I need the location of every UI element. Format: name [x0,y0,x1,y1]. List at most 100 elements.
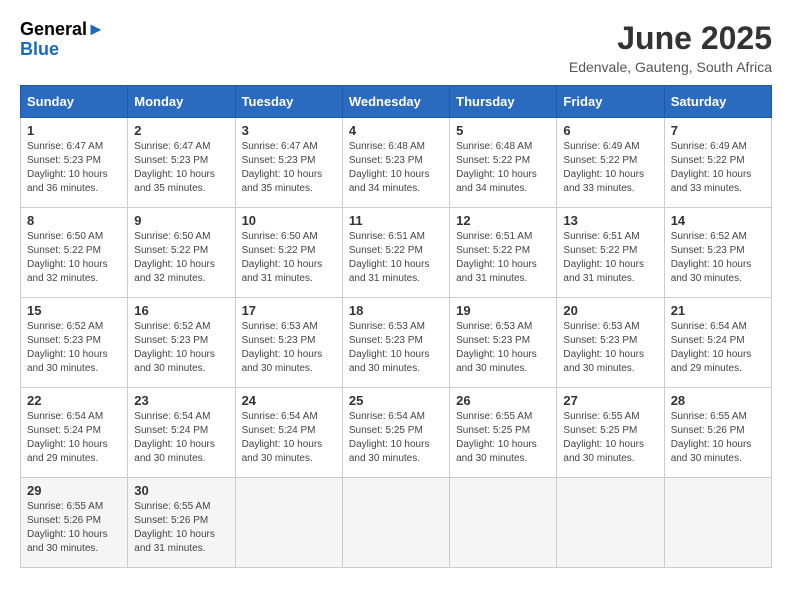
calendar-cell: 28 Sunrise: 6:55 AMSunset: 5:26 PMDayligh… [664,388,771,478]
day-number: 29 [27,483,121,498]
day-info: Sunrise: 6:51 AMSunset: 5:22 PMDaylight:… [349,230,443,286]
day-number: 12 [456,213,550,228]
calendar-cell: 15Sunrise: 6:52 AMSunset: 5:23 PMDayligh… [21,298,128,388]
calendar-cell: 11 Sunrise: 6:51 AMSunset: 5:22 PMDayligh… [342,208,449,298]
weekday-header: Wednesday [342,86,449,118]
day-number: 25 [349,393,443,408]
day-info: Sunrise: 6:53 AMSunset: 5:23 PMDaylight:… [456,320,550,376]
day-number: 7 [671,123,765,138]
day-number: 14 [671,213,765,228]
weekday-header: Sunday [21,86,128,118]
day-info: Sunrise: 6:51 AMSunset: 5:22 PMDaylight:… [563,230,657,286]
day-number: 17 [242,303,336,318]
day-number: 3 [242,123,336,138]
day-number: 8 [27,213,121,228]
day-info: Sunrise: 6:47 AMSunset: 5:23 PMDaylight:… [27,140,121,196]
calendar-cell: 21Sunrise: 6:54 AMSunset: 5:24 PMDayligh… [664,298,771,388]
calendar-cell: 20 Sunrise: 6:53 AMSunset: 5:23 PMDayligh… [557,298,664,388]
logo-general: General► [20,20,105,40]
day-info: Sunrise: 6:52 AMSunset: 5:23 PMDaylight:… [134,320,228,376]
calendar-cell: 23 Sunrise: 6:54 AMSunset: 5:24 PMDayligh… [128,388,235,478]
calendar-cell [450,478,557,568]
weekday-header: Monday [128,86,235,118]
day-info: Sunrise: 6:53 AMSunset: 5:23 PMDaylight:… [349,320,443,376]
day-number: 2 [134,123,228,138]
location: Edenvale, Gauteng, South Africa [569,59,772,75]
calendar-cell: 14Sunrise: 6:52 AMSunset: 5:23 PMDayligh… [664,208,771,298]
calendar-cell: 27 Sunrise: 6:55 AMSunset: 5:25 PMDayligh… [557,388,664,478]
calendar-cell: 9Sunrise: 6:50 AMSunset: 5:22 PMDaylight… [128,208,235,298]
calendar-week-row: 29 Sunrise: 6:55 AMSunset: 5:26 PMDayligh… [21,478,772,568]
calendar-cell: 2Sunrise: 6:47 AMSunset: 5:23 PMDaylight… [128,118,235,208]
day-info: Sunrise: 6:55 AMSunset: 5:25 PMDaylight:… [563,410,657,466]
calendar-header-row: SundayMondayTuesdayWednesdayThursdayFrid… [21,86,772,118]
day-info: Sunrise: 6:48 AMSunset: 5:23 PMDaylight:… [349,140,443,196]
day-info: Sunrise: 6:54 AMSunset: 5:24 PMDaylight:… [242,410,336,466]
calendar-cell: 19Sunrise: 6:53 AMSunset: 5:23 PMDayligh… [450,298,557,388]
calendar-cell: 18 Sunrise: 6:53 AMSunset: 5:23 PMDayligh… [342,298,449,388]
day-info: Sunrise: 6:55 AMSunset: 5:25 PMDaylight:… [456,410,550,466]
day-number: 28 [671,393,765,408]
calendar-table: SundayMondayTuesdayWednesdayThursdayFrid… [20,85,772,568]
day-info: Sunrise: 6:55 AMSunset: 5:26 PMDaylight:… [27,500,121,556]
day-info: Sunrise: 6:53 AMSunset: 5:23 PMDaylight:… [242,320,336,376]
weekday-header: Tuesday [235,86,342,118]
day-number: 16 [134,303,228,318]
day-info: Sunrise: 6:54 AMSunset: 5:25 PMDaylight:… [349,410,443,466]
calendar-cell: 22 Sunrise: 6:54 AMSunset: 5:24 PMDayligh… [21,388,128,478]
logo-text: General► Blue [20,20,105,60]
day-number: 18 [349,303,443,318]
day-info: Sunrise: 6:47 AMSunset: 5:23 PMDaylight:… [242,140,336,196]
day-info: Sunrise: 6:52 AMSunset: 5:23 PMDaylight:… [27,320,121,376]
day-number: 9 [134,213,228,228]
logo-blue: Blue [20,40,105,60]
day-info: Sunrise: 6:50 AMSunset: 5:22 PMDaylight:… [27,230,121,286]
day-info: Sunrise: 6:53 AMSunset: 5:23 PMDaylight:… [563,320,657,376]
calendar-cell: 1 Sunrise: 6:47 AMSunset: 5:23 PMDaylight… [21,118,128,208]
day-number: 1 [27,123,121,138]
page-header: General► Blue June 2025 Edenvale, Gauten… [20,20,772,75]
calendar-cell: 8 Sunrise: 6:50 AMSunset: 5:22 PMDaylight… [21,208,128,298]
calendar-cell: 26 Sunrise: 6:55 AMSunset: 5:25 PMDayligh… [450,388,557,478]
day-number: 10 [242,213,336,228]
calendar-cell: 5 Sunrise: 6:48 AMSunset: 5:22 PMDaylight… [450,118,557,208]
day-number: 20 [563,303,657,318]
day-number: 11 [349,213,443,228]
day-number: 24 [242,393,336,408]
day-info: Sunrise: 6:55 AMSunset: 5:26 PMDaylight:… [134,500,228,556]
calendar-cell: 30 Sunrise: 6:55 AMSunset: 5:26 PMDayligh… [128,478,235,568]
day-number: 22 [27,393,121,408]
calendar-week-row: 8 Sunrise: 6:50 AMSunset: 5:22 PMDaylight… [21,208,772,298]
logo: General► Blue [20,20,105,60]
calendar-cell: 12 Sunrise: 6:51 AMSunset: 5:22 PMDayligh… [450,208,557,298]
day-info: Sunrise: 6:54 AMSunset: 5:24 PMDaylight:… [134,410,228,466]
weekday-header: Saturday [664,86,771,118]
day-number: 23 [134,393,228,408]
day-info: Sunrise: 6:48 AMSunset: 5:22 PMDaylight:… [456,140,550,196]
day-info: Sunrise: 6:54 AMSunset: 5:24 PMDaylight:… [27,410,121,466]
day-number: 4 [349,123,443,138]
day-info: Sunrise: 6:50 AMSunset: 5:22 PMDaylight:… [242,230,336,286]
calendar-cell: 13 Sunrise: 6:51 AMSunset: 5:22 PMDayligh… [557,208,664,298]
calendar-week-row: 22 Sunrise: 6:54 AMSunset: 5:24 PMDayligh… [21,388,772,478]
day-number: 5 [456,123,550,138]
calendar-week-row: 15Sunrise: 6:52 AMSunset: 5:23 PMDayligh… [21,298,772,388]
calendar-cell: 29 Sunrise: 6:55 AMSunset: 5:26 PMDayligh… [21,478,128,568]
calendar-cell [664,478,771,568]
calendar-cell: 6 Sunrise: 6:49 AMSunset: 5:22 PMDaylight… [557,118,664,208]
calendar-cell [557,478,664,568]
day-number: 30 [134,483,228,498]
day-number: 27 [563,393,657,408]
day-number: 13 [563,213,657,228]
calendar-cell: 10 Sunrise: 6:50 AMSunset: 5:22 PMDayligh… [235,208,342,298]
month-title: June 2025 [569,20,772,57]
calendar-cell [342,478,449,568]
day-number: 26 [456,393,550,408]
calendar-cell [235,478,342,568]
calendar-cell: 4 Sunrise: 6:48 AMSunset: 5:23 PMDaylight… [342,118,449,208]
day-number: 6 [563,123,657,138]
day-info: Sunrise: 6:51 AMSunset: 5:22 PMDaylight:… [456,230,550,286]
day-info: Sunrise: 6:49 AMSunset: 5:22 PMDaylight:… [563,140,657,196]
day-number: 21 [671,303,765,318]
day-info: Sunrise: 6:55 AMSunset: 5:26 PMDaylight:… [671,410,765,466]
